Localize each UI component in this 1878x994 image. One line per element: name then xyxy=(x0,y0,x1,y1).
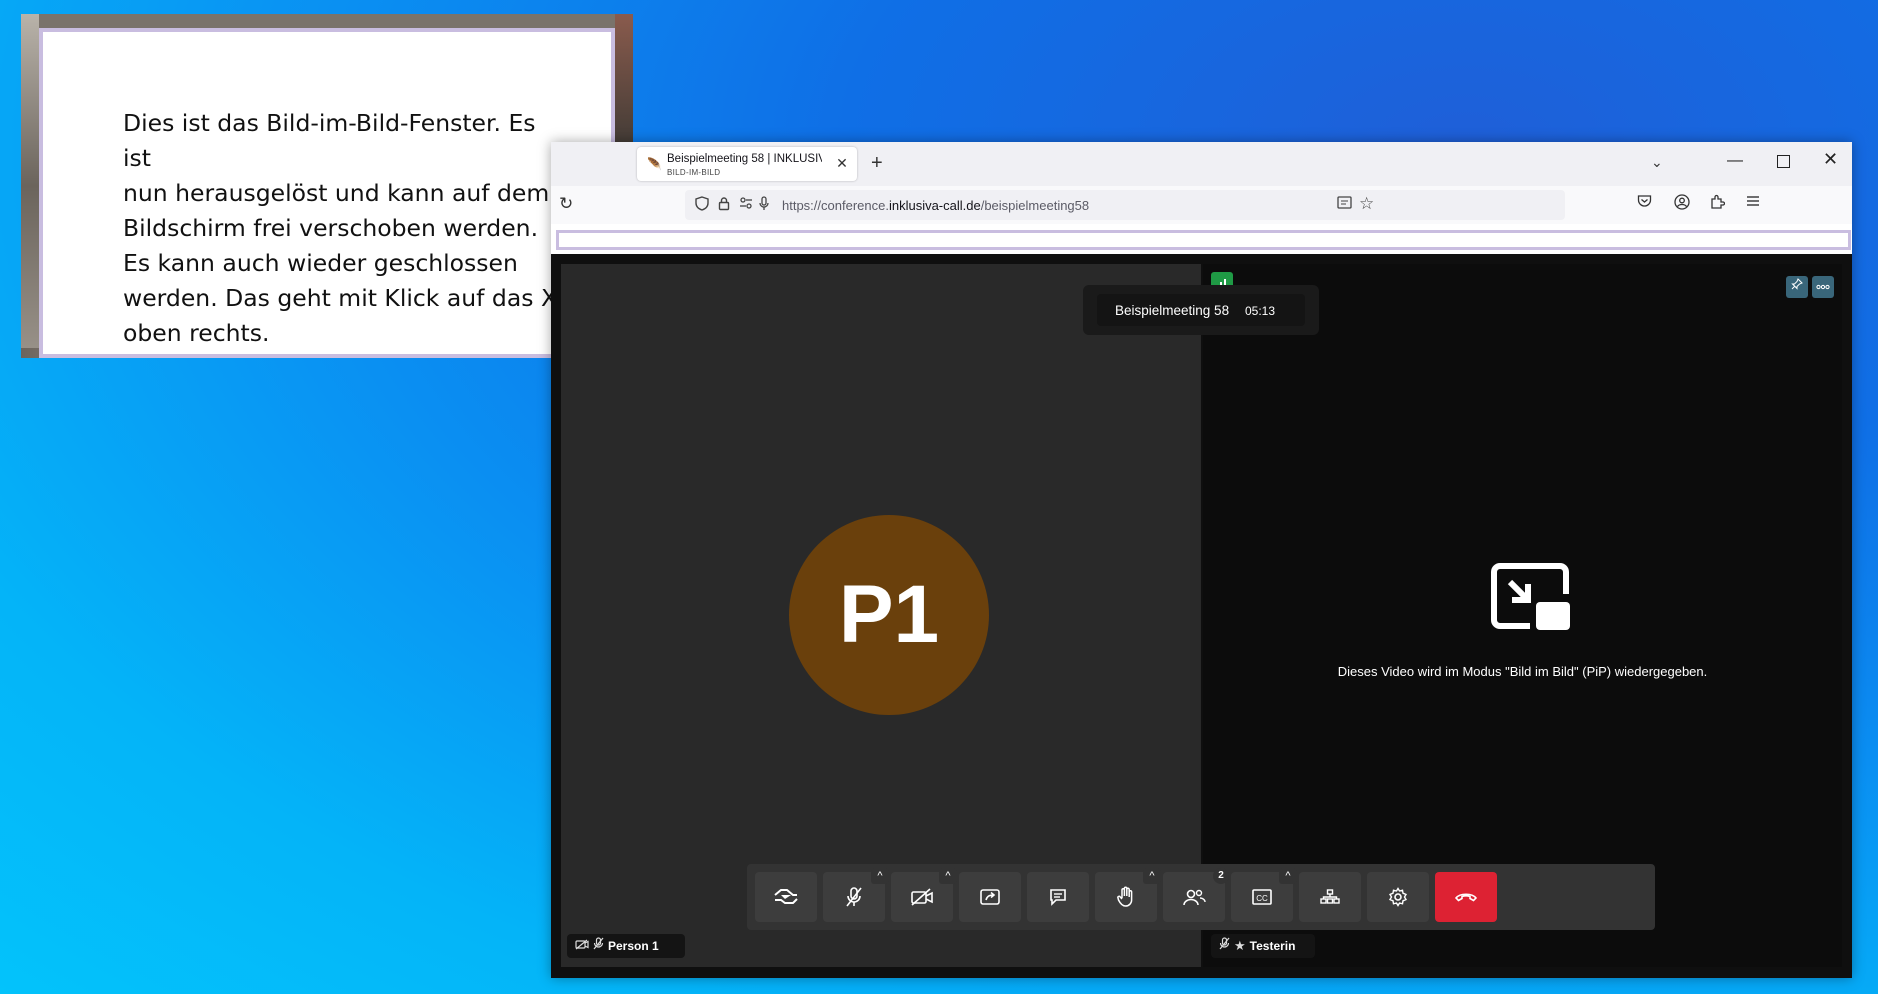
new-tab-button[interactable]: + xyxy=(871,152,883,175)
mic-options-chevron-icon[interactable]: ^ xyxy=(871,868,889,884)
handshake-icon xyxy=(774,888,798,904)
pip-video-edge-left xyxy=(21,14,39,358)
meeting-header-inner: Beispielmeeting 58 05:13 xyxy=(1097,294,1305,326)
browser-window: 🪶 Beispielmeeting 58 | INKLUSIVA BILD-IM… xyxy=(551,142,1852,978)
camera-off-icon xyxy=(575,934,589,958)
participant-tile-testerin[interactable]: Dieses Video wird im Modus "Bild im Bild… xyxy=(1203,264,1842,967)
screenshare-button[interactable] xyxy=(959,872,1021,922)
favicon-icon: 🪶 xyxy=(647,157,662,171)
participants-button[interactable]: 2 xyxy=(1163,868,1229,922)
nameplate-person1: Person 1 xyxy=(567,934,685,958)
camera-button[interactable]: ^ xyxy=(891,868,957,922)
camera-off-icon xyxy=(911,888,933,906)
browser-navbar: ↻ https://conference.inklusiva-call.de/b… xyxy=(551,186,1852,224)
browser-titlebar: 🪶 Beispielmeeting 58 | INKLUSIVA BILD-IM… xyxy=(551,142,1852,186)
breakout-rooms-icon xyxy=(1320,889,1340,904)
chat-button[interactable] xyxy=(1027,872,1089,922)
pip-caption-card: Dies ist das Bild-im-Bild-Fenster. Es is… xyxy=(39,28,615,358)
closed-captions-icon: CC xyxy=(1252,888,1272,905)
tab-title: Beispielmeeting 58 | INKLUSIVA xyxy=(667,153,822,165)
account-icon[interactable] xyxy=(1674,194,1690,214)
mic-off-icon xyxy=(846,886,862,907)
participants-icon xyxy=(1183,889,1206,905)
pip-message: Dieses Video wird im Modus "Bild im Bild… xyxy=(1337,664,1708,679)
browser-tab[interactable]: 🪶 Beispielmeeting 58 | INKLUSIVA BILD-IM… xyxy=(637,147,857,181)
meeting-timer: 05:13 xyxy=(1245,304,1276,318)
highlight-strip xyxy=(551,224,1852,254)
menu-icon[interactable] xyxy=(1746,194,1760,211)
captions-options-chevron-icon[interactable]: ^ xyxy=(1279,868,1297,884)
mic-off-icon xyxy=(593,934,604,958)
nameplate-testerin: ★ Testerin xyxy=(1211,934,1315,958)
highlight-frame xyxy=(556,230,1851,250)
settings-button[interactable] xyxy=(1367,872,1429,922)
permissions-icon[interactable] xyxy=(739,196,753,213)
shield-icon[interactable] xyxy=(695,196,709,214)
pocket-icon[interactable] xyxy=(1637,194,1652,212)
meeting-toolbar: ^ ^ ^ 2 CC ^ xyxy=(747,864,1655,930)
mic-off-icon xyxy=(1219,934,1230,958)
chat-icon xyxy=(1050,888,1066,906)
pin-icon[interactable] xyxy=(1786,276,1808,298)
pip-icon xyxy=(1491,563,1570,630)
minimize-button[interactable]: — xyxy=(1727,152,1743,170)
maximize-button[interactable] xyxy=(1777,155,1790,168)
pip-window[interactable]: Dies ist das Bild-im-Bild-Fenster. Es is… xyxy=(21,14,633,358)
more-icon[interactable] xyxy=(1812,276,1834,298)
moderator-star-icon: ★ xyxy=(1234,938,1246,953)
camera-options-chevron-icon[interactable]: ^ xyxy=(939,868,957,884)
tab-close-icon[interactable]: ✕ xyxy=(833,155,851,173)
screenshare-icon xyxy=(980,888,1000,905)
bookmark-star-icon[interactable]: ☆ xyxy=(1359,194,1374,214)
pip-caption-text: Dies ist das Bild-im-Bild-Fenster. Es is… xyxy=(123,109,558,347)
meeting-header: Beispielmeeting 58 05:13 xyxy=(1083,285,1319,335)
participant-name: Person 1 xyxy=(608,939,659,953)
avatar: P1 xyxy=(789,515,989,715)
participant-tile-person1[interactable]: P1 xyxy=(561,264,1201,967)
captions-button[interactable]: CC ^ xyxy=(1231,868,1297,922)
tab-subtitle: BILD-IM-BILD xyxy=(667,168,721,177)
reader-mode-icon[interactable] xyxy=(1337,196,1352,212)
hand-icon xyxy=(1117,886,1133,907)
lock-icon[interactable] xyxy=(718,196,730,214)
url-bar[interactable]: https://conference.inklusiva-call.de/bei… xyxy=(685,190,1565,220)
participant-name: Testerin xyxy=(1249,939,1296,953)
hangup-button[interactable] xyxy=(1435,872,1497,922)
reactions-chevron-icon[interactable]: ^ xyxy=(1143,868,1161,884)
tab-list-chevron-icon[interactable]: ⌄ xyxy=(1651,154,1663,171)
extensions-icon[interactable] xyxy=(1710,194,1726,213)
raise-hand-button[interactable]: ^ xyxy=(1095,868,1161,922)
microphone-button[interactable]: ^ xyxy=(823,868,889,922)
gear-icon xyxy=(1388,886,1408,907)
microphone-icon[interactable] xyxy=(759,196,769,214)
phone-hangup-icon xyxy=(1454,893,1478,902)
meeting-title: Beispielmeeting 58 xyxy=(1115,303,1230,318)
svg-text:CC: CC xyxy=(1256,894,1268,903)
window-close-button[interactable]: ✕ xyxy=(1823,149,1838,170)
breakout-rooms-button[interactable] xyxy=(1299,872,1361,922)
participants-count-badge: 2 xyxy=(1213,868,1229,884)
invite-button[interactable] xyxy=(755,872,817,922)
reload-icon[interactable]: ↻ xyxy=(559,194,573,214)
url-text: https://conference.inklusiva-call.de/bei… xyxy=(782,198,1090,213)
